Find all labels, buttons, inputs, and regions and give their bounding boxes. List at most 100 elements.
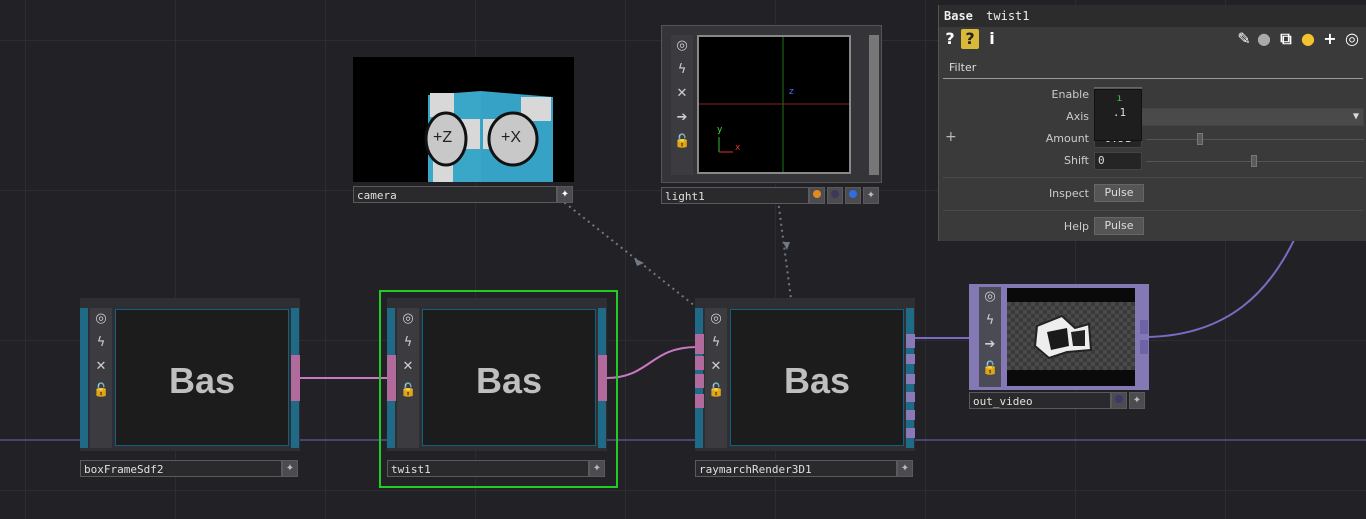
out_video-dot-icon[interactable] [1111, 392, 1127, 409]
raymarch-output-connector[interactable] [906, 428, 915, 438]
raymarch-input-connector[interactable] [695, 394, 704, 408]
viewer-active-icon[interactable]: ◎ [708, 311, 724, 327]
light1-node[interactable]: ◎ ϟ ✕ ➔ 🔓 z y x light1 ✦ [661, 25, 883, 205]
raymarch-input-connector[interactable] [695, 356, 704, 370]
tab-filter[interactable]: Filter [943, 59, 1363, 79]
axis-y-label: y [717, 125, 723, 135]
inspect-pulse-button[interactable]: Pulse [1094, 184, 1144, 202]
axis-z-label: z [789, 87, 794, 97]
twist1-preview-text: Bas [475, 360, 543, 401]
light1-viewer-toggle-icon[interactable]: ✦ [863, 187, 879, 204]
cook-icon[interactable]: ϟ [708, 335, 724, 351]
bypass-icon[interactable]: ✕ [708, 359, 724, 375]
ladder-indicator-icon: ı [1116, 93, 1123, 104]
output-icon[interactable]: ➔ [674, 110, 690, 126]
wire-twist-to-raymarch[interactable] [605, 346, 698, 379]
cook-icon[interactable]: ϟ [674, 62, 690, 78]
raymarchRender3D1-name-label[interactable]: raymarchRender3D1 [695, 460, 897, 477]
raymarchRender3D1-viewer: Bas [730, 309, 904, 446]
bypass-icon[interactable]: ✕ [674, 86, 690, 102]
lock-icon[interactable]: 🔓 [400, 383, 416, 399]
lock-icon[interactable]: 🔓 [708, 383, 724, 399]
info-icon[interactable]: i [983, 29, 1001, 49]
out_video-output-connector[interactable] [1140, 320, 1148, 334]
bypass-icon[interactable]: ✕ [400, 359, 416, 375]
inspect-label: Inspect [1048, 187, 1089, 200]
raymarch-viewer-toggle-icon[interactable]: ✦ [897, 460, 913, 477]
twist1-viewer-toggle-icon[interactable]: ✦ [589, 460, 605, 477]
chevron-down-icon: ▼ [1352, 111, 1359, 122]
axis-x-label: x [735, 143, 741, 153]
camera-node[interactable]: +Z +X camera ✦ [353, 57, 575, 205]
boxFrameSdf2-preview-text: Bas [168, 360, 236, 401]
operator-help-icon[interactable]: ? [961, 29, 979, 49]
lock-icon[interactable]: 🔓 [93, 383, 109, 399]
light-dot-dark-icon[interactable] [827, 187, 843, 204]
camera-name-label[interactable]: camera [353, 186, 557, 203]
shift-field[interactable]: 0 [1094, 152, 1142, 170]
help-icon[interactable]: ? [941, 29, 959, 49]
viewer-active-icon[interactable]: ◎ [93, 311, 109, 327]
shift-slider-knob[interactable] [1251, 155, 1257, 167]
output-icon[interactable]: ➔ [982, 337, 998, 353]
lock-icon[interactable]: 🔓 [982, 361, 998, 377]
amount-slider-knob[interactable] [1197, 133, 1203, 145]
comment-icon[interactable]: ● [1255, 29, 1273, 49]
raymarch-output-connector[interactable] [906, 392, 915, 402]
viewer-active-icon[interactable]: ◎ [400, 311, 416, 327]
python-icon[interactable]: ● [1299, 29, 1317, 49]
cook-icon[interactable]: ϟ [93, 335, 109, 351]
boxFrameSdf2-viewer: Bas [115, 309, 289, 446]
raymarchRender3D1-node[interactable]: ◎ ϟ ✕ 🔓 Bas raymarchRender3D1 ✦ [695, 298, 917, 478]
parameter-panel: Base twist1 ? ? i ✎ ● ⧉ ● + ◎ Filter Ena… [938, 5, 1366, 241]
out_video-node[interactable]: ◎ ϟ ➔ 🔓 out_video ✦ [969, 284, 1151, 410]
out_video-name-label[interactable]: out_video [969, 392, 1111, 409]
twist1-input-connector[interactable] [387, 355, 396, 401]
value-ladder-tooltip: ı .1 [1094, 89, 1142, 141]
cook-icon[interactable]: ϟ [982, 313, 998, 329]
raymarch-output-connector[interactable] [906, 334, 915, 348]
out_video-viewer-toggle-icon[interactable]: ✦ [1129, 392, 1145, 409]
camera-cube-preview [424, 91, 553, 182]
help-pulse-button[interactable]: Pulse [1094, 217, 1144, 235]
boxFrameSdf2-name-label[interactable]: boxFrameSdf2 [80, 460, 282, 477]
raymarch-output-connector[interactable] [906, 410, 915, 420]
amount-slider-track[interactable] [1146, 139, 1364, 140]
boxFrameSdf2-node[interactable]: ◎ ϟ ✕ 🔓 Bas boxFrameSdf2 ✦ [80, 298, 302, 478]
raymarch-output-connector[interactable] [906, 354, 915, 364]
panel-header: Base twist1 [939, 5, 1366, 27]
viewer-active-icon[interactable]: ◎ [674, 38, 690, 54]
add-icon[interactable]: + [1321, 29, 1339, 49]
clone-icon[interactable]: ⧉ [1277, 29, 1295, 49]
twist1-output-connector[interactable] [598, 355, 607, 401]
light-dot-blue-icon[interactable] [845, 187, 861, 204]
ladder-step-value: .1 [1112, 106, 1127, 119]
raymarch-input-connector[interactable] [695, 374, 704, 388]
light-dot-orange-icon[interactable] [809, 187, 825, 204]
panel-node-name[interactable]: twist1 [986, 9, 1029, 23]
edit-icon[interactable]: ✎ [1235, 29, 1253, 49]
light1-viewport: z y x [697, 35, 851, 174]
twist1-viewer: Bas [422, 309, 596, 446]
raymarch-output-connector[interactable] [906, 374, 915, 384]
camera-face-left: +Z [433, 129, 453, 146]
lock-icon[interactable]: 🔓 [674, 134, 690, 150]
amount-label: Amount [1045, 132, 1089, 145]
cook-icon[interactable]: ϟ [400, 335, 416, 351]
boxFrameSdf2-viewer-toggle-icon[interactable]: ✦ [282, 460, 298, 477]
shift-label: Shift [1063, 154, 1089, 167]
raymarch-input-connector[interactable] [695, 334, 704, 354]
light1-icon-column: ◎ ϟ ✕ ➔ 🔓 [671, 35, 693, 175]
wire-out-to-panel[interactable] [1147, 237, 1296, 338]
bypass-icon[interactable]: ✕ [93, 359, 109, 375]
panel-type-label: Base [944, 9, 973, 23]
camera-viewer-toggle-icon[interactable]: ✦ [557, 186, 573, 203]
viewer-active-icon[interactable]: ◎ [982, 289, 998, 305]
panel-toolbar: ? ? i ✎ ● ⧉ ● + ◎ [939, 27, 1366, 51]
target-icon[interactable]: ◎ [1343, 29, 1361, 49]
out_video-output-connector[interactable] [1140, 340, 1148, 354]
boxFrameSdf2-output-connector[interactable] [291, 355, 300, 401]
twist1-name-label[interactable]: twist1 [387, 460, 589, 477]
twist1-node[interactable]: ◎ ϟ ✕ 🔓 Bas twist1 ✦ [387, 298, 609, 478]
light1-name-label[interactable]: light1 [661, 187, 809, 204]
